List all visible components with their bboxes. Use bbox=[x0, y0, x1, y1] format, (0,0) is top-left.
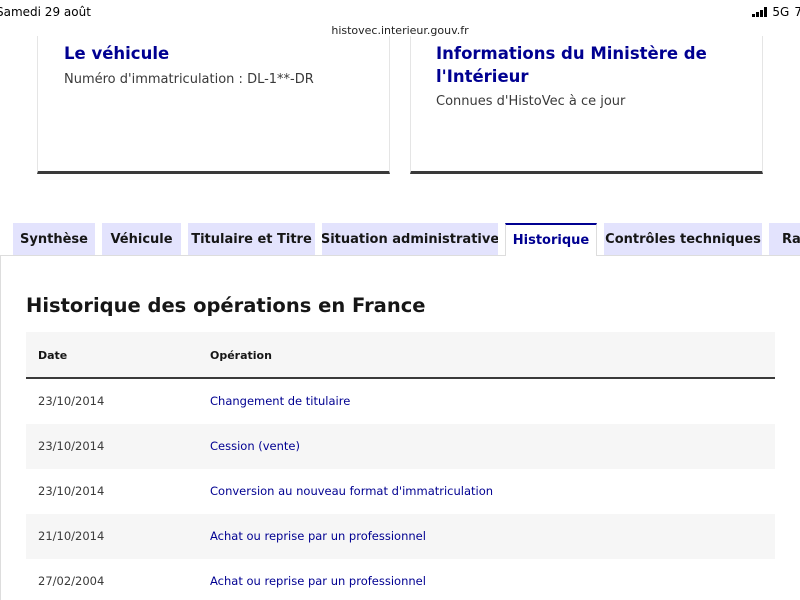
table-row: 23/10/2014 Cession (vente) bbox=[26, 424, 775, 469]
table-row: 23/10/2014 Conversion au nouveau format … bbox=[26, 469, 775, 514]
vehicle-card-title: Le véhicule bbox=[64, 44, 170, 63]
table-row: 21/10/2014 Achat ou reprise par un profe… bbox=[26, 514, 775, 559]
row-date: 21/10/2014 bbox=[38, 529, 105, 543]
row-operation: Achat ou reprise par un professionnel bbox=[210, 529, 426, 543]
column-header-operation: Opération bbox=[210, 349, 272, 362]
tab-titulaire-et-titre[interactable]: Titulaire et Titre bbox=[188, 223, 315, 255]
row-date: 27/02/2004 bbox=[38, 574, 105, 588]
tab-situation-administrative[interactable]: Situation administrative bbox=[322, 223, 498, 255]
row-operation: Cession (vente) bbox=[210, 439, 300, 453]
row-operation: Conversion au nouveau format d'immatricu… bbox=[210, 484, 494, 498]
history-title: Historique des opérations en France bbox=[26, 294, 426, 317]
table-row: 27/02/2004 Achat ou reprise par un profe… bbox=[26, 559, 775, 600]
status-bar: Samedi 29 août 5G 7: bbox=[0, 0, 800, 26]
network-label: 5G bbox=[772, 5, 790, 19]
tab-rapport[interactable]: Rap bbox=[769, 223, 800, 255]
tab-synthese[interactable]: Synthèse bbox=[13, 223, 95, 255]
row-date: 23/10/2014 bbox=[38, 484, 105, 498]
signal-icon bbox=[752, 7, 768, 17]
status-time: 7: bbox=[794, 5, 800, 19]
table-header: Date Opération bbox=[26, 332, 775, 379]
column-header-date: Date bbox=[38, 349, 68, 362]
ministry-card-subtitle: Connues d'HistoVec à ce jour bbox=[436, 94, 626, 109]
history-table: Date Opération 23/10/2014 Changement de … bbox=[26, 332, 775, 600]
tab-historique[interactable]: Historique bbox=[505, 223, 597, 256]
ministry-card-title: Informations du Ministère de l'Intérieur bbox=[436, 44, 707, 86]
table-row: 23/10/2014 Changement de titulaire bbox=[26, 379, 775, 424]
row-date: 23/10/2014 bbox=[38, 439, 105, 453]
status-indicators: 5G 7: bbox=[752, 5, 800, 19]
row-operation: Changement de titulaire bbox=[210, 394, 351, 408]
row-operation: Achat ou reprise par un professionnel bbox=[210, 574, 426, 588]
panel-border bbox=[0, 255, 1, 600]
status-date: Samedi 29 août bbox=[0, 5, 91, 19]
tab-vehicule[interactable]: Véhicule bbox=[102, 223, 181, 255]
tabs-divider bbox=[0, 255, 800, 256]
tab-controles-techniques[interactable]: Contrôles techniques bbox=[604, 223, 762, 255]
ministry-card: Informations du Ministère de l'Intérieur… bbox=[410, 36, 763, 174]
vehicle-card-plate: Numéro d'immatriculation : DL-1**-DR bbox=[64, 72, 314, 87]
vehicle-card: Le véhicule Numéro d'immatriculation : D… bbox=[37, 36, 390, 174]
row-date: 23/10/2014 bbox=[38, 394, 105, 408]
